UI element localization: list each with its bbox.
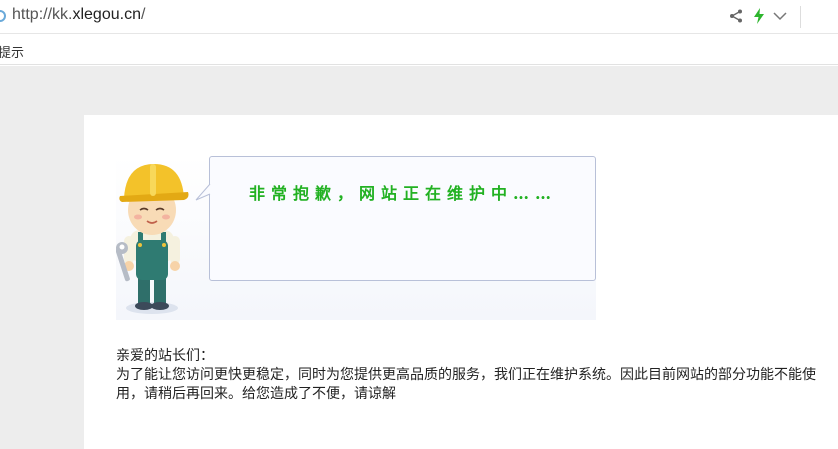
speech-bubble <box>209 156 596 281</box>
url-host: xlegou.cn <box>72 6 141 23</box>
maintenance-message: 亲爱的站长们： 为了能让您访问更快更稳定，同时为您提供更高品质的服务，我们正在维… <box>116 347 816 404</box>
toolbar-divider <box>800 6 801 28</box>
explanation-text: 为了能让您访问更快更稳定，同时为您提供更高品质的服务，我们正在维护系统。因此目前… <box>116 367 816 402</box>
chevron-down-icon[interactable] <box>771 6 789 26</box>
address-bar: http://kk.xlegou.cn/ <box>0 0 838 34</box>
url-field[interactable]: http://kk.xlegou.cn/ <box>12 6 145 24</box>
page-viewport: 非常抱歉，网站正在维护中…… 亲爱的站长们： 为了能让您访问更快更稳定，同时为您… <box>0 66 838 449</box>
maintenance-headline: 非常抱歉，网站正在维护中…… <box>249 184 558 203</box>
lightning-icon[interactable] <box>750 6 768 26</box>
worker-illustration <box>116 164 189 314</box>
maintenance-card: 非常抱歉，网站正在维护中…… 亲爱的站长们： 为了能让您访问更快更稳定，同时为您… <box>84 115 838 449</box>
url-scheme: http://kk. <box>12 6 73 23</box>
site-icon <box>0 10 6 22</box>
maintenance-banner: 非常抱歉，网站正在维护中…… <box>116 156 596 320</box>
url-tail: / <box>140 6 146 23</box>
bubble-tail <box>195 183 211 201</box>
bookmark-item[interactable]: 提示 <box>0 42 24 61</box>
share-icon[interactable] <box>727 6 745 26</box>
bookmarks-bar: 提示 <box>0 35 838 65</box>
greeting-text: 亲爱的站长们： <box>116 348 214 364</box>
